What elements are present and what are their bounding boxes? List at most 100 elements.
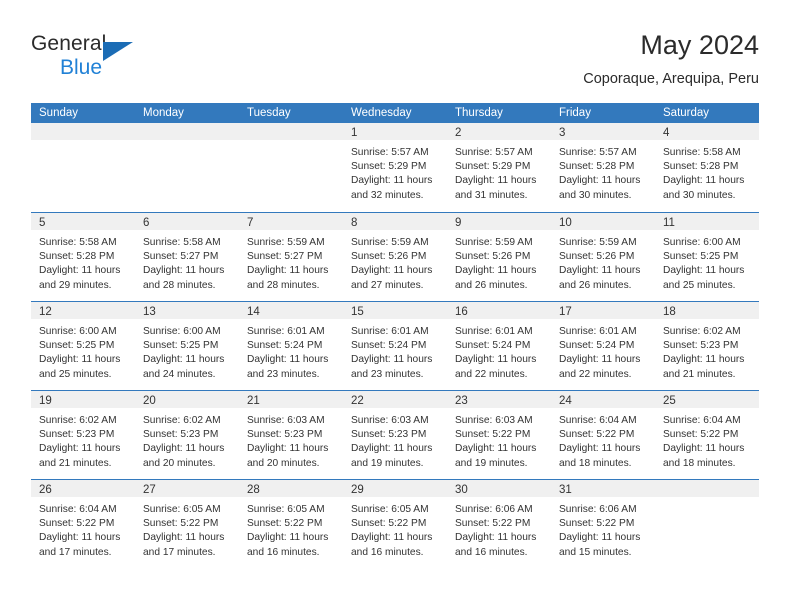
calendar-day-cell[interactable]: 28 Sunrise: 6:05 AM Sunset: 5:22 PM Dayligh… xyxy=(239,480,343,568)
calendar-day-cell[interactable]: 23 Sunrise: 6:03 AM Sunset: 5:22 PM Dayligh… xyxy=(447,391,551,479)
day-number-band: 10 xyxy=(551,213,655,230)
day-detail-line: and 18 minutes. xyxy=(559,457,632,469)
day-number-band: 3 xyxy=(551,123,655,140)
calendar-day-cell[interactable]: 8 Sunrise: 5:59 AM Sunset: 5:26 PM Daylight… xyxy=(343,213,447,301)
calendar-day-cell[interactable]: 10 Sunrise: 5:59 AM Sunset: 5:26 PM Dayligh… xyxy=(551,213,655,301)
calendar-day-cell[interactable]: 30 Sunrise: 6:06 AM Sunset: 5:22 PM Dayligh… xyxy=(447,480,551,568)
calendar-day-cell[interactable]: 17 Sunrise: 6:01 AM Sunset: 5:24 PM Dayligh… xyxy=(551,302,655,390)
day-detail-line: Sunrise: 6:06 AM xyxy=(559,504,637,515)
day-number: 18 xyxy=(663,306,676,318)
calendar-day-cell[interactable]: 26 Sunrise: 6:04 AM Sunset: 5:22 PM Dayligh… xyxy=(31,480,135,568)
calendar-day-cell[interactable]: 14 Sunrise: 6:01 AM Sunset: 5:24 PM Dayligh… xyxy=(239,302,343,390)
day-details: Sunrise: 6:01 AM Sunset: 5:24 PM Daylight:… xyxy=(447,319,551,382)
calendar-day-cell[interactable]: 5 Sunrise: 5:58 AM Sunset: 5:28 PM Daylight… xyxy=(31,213,135,301)
day-detail-line: Sunrise: 5:58 AM xyxy=(143,237,221,248)
calendar-day-cell[interactable]: 2 Sunrise: 5:57 AM Sunset: 5:29 PM Daylight… xyxy=(447,123,551,212)
day-detail-line: Sunset: 5:22 PM xyxy=(455,429,531,441)
day-detail-line: and 16 minutes. xyxy=(247,546,320,558)
day-detail-line: Daylight: 11 hours xyxy=(39,265,121,277)
day-details: Sunrise: 6:01 AM Sunset: 5:24 PM Daylight:… xyxy=(551,319,655,382)
day-detail-line: and 30 minutes. xyxy=(559,189,632,201)
day-detail-line: Sunrise: 5:57 AM xyxy=(559,147,637,158)
day-number-band: 13 xyxy=(135,302,239,319)
day-detail-line: and 23 minutes. xyxy=(247,368,320,380)
day-detail-line: Sunset: 5:27 PM xyxy=(143,251,219,263)
day-detail-line: Sunrise: 6:02 AM xyxy=(39,415,117,426)
calendar-day-cell[interactable]: 11 Sunrise: 6:00 AM Sunset: 5:25 PM Dayligh… xyxy=(655,213,759,301)
calendar-day-cell[interactable]: 29 Sunrise: 6:05 AM Sunset: 5:22 PM Dayligh… xyxy=(343,480,447,568)
calendar-day-cell[interactable]: 7 Sunrise: 5:59 AM Sunset: 5:27 PM Daylight… xyxy=(239,213,343,301)
calendar-day-cell[interactable]: 22 Sunrise: 6:03 AM Sunset: 5:23 PM Dayligh… xyxy=(343,391,447,479)
day-detail-line: Sunset: 5:26 PM xyxy=(351,251,427,263)
day-detail-line: Sunset: 5:22 PM xyxy=(39,518,115,530)
calendar-day-cell[interactable]: 21 Sunrise: 6:03 AM Sunset: 5:23 PM Dayligh… xyxy=(239,391,343,479)
day-detail-line: Sunset: 5:23 PM xyxy=(663,340,739,352)
day-detail-line: Sunrise: 6:02 AM xyxy=(143,415,221,426)
day-detail-line: Sunrise: 6:04 AM xyxy=(663,415,741,426)
day-number: 7 xyxy=(247,217,254,229)
day-detail-line: Sunrise: 6:01 AM xyxy=(351,326,429,337)
calendar-day-cell[interactable]: 16 Sunrise: 6:01 AM Sunset: 5:24 PM Dayligh… xyxy=(447,302,551,390)
day-details: Sunrise: 6:05 AM Sunset: 5:22 PM Daylight:… xyxy=(135,497,239,560)
day-detail-line: Sunset: 5:29 PM xyxy=(455,161,531,173)
day-details: Sunrise: 5:58 AM Sunset: 5:28 PM Daylight:… xyxy=(655,140,759,203)
day-number-band: 19 xyxy=(31,391,135,408)
calendar-day-cell[interactable]: 3 Sunrise: 5:57 AM Sunset: 5:28 PM Daylight… xyxy=(551,123,655,212)
day-number-band xyxy=(239,123,343,140)
day-number: 5 xyxy=(39,217,46,229)
day-number-band xyxy=(135,123,239,140)
calendar-day-cell[interactable]: 12 Sunrise: 6:00 AM Sunset: 5:25 PM Dayligh… xyxy=(31,302,135,390)
day-details: Sunrise: 5:57 AM Sunset: 5:29 PM Daylight:… xyxy=(447,140,551,203)
day-number: 9 xyxy=(455,217,462,229)
day-details: Sunrise: 6:02 AM Sunset: 5:23 PM Daylight:… xyxy=(655,319,759,382)
day-detail-line: Daylight: 11 hours xyxy=(663,354,745,366)
day-detail-line: Daylight: 11 hours xyxy=(455,265,537,277)
day-number-band: 17 xyxy=(551,302,655,319)
day-detail-line: Daylight: 11 hours xyxy=(559,532,641,544)
calendar-day-cell[interactable]: 6 Sunrise: 5:58 AM Sunset: 5:27 PM Daylight… xyxy=(135,213,239,301)
day-detail-line: Sunset: 5:24 PM xyxy=(247,340,323,352)
calendar-day-cell[interactable]: 15 Sunrise: 6:01 AM Sunset: 5:24 PM Dayligh… xyxy=(343,302,447,390)
calendar-day-cell[interactable]: 4 Sunrise: 5:58 AM Sunset: 5:28 PM Daylight… xyxy=(655,123,759,212)
day-number: 14 xyxy=(247,306,260,318)
calendar-day-cell[interactable]: 25 Sunrise: 6:04 AM Sunset: 5:22 PM Dayligh… xyxy=(655,391,759,479)
day-number-band xyxy=(655,480,759,497)
calendar-day-cell[interactable]: 1 Sunrise: 5:57 AM Sunset: 5:29 PM Daylight… xyxy=(343,123,447,212)
calendar-day-cell[interactable]: 13 Sunrise: 6:00 AM Sunset: 5:25 PM Dayligh… xyxy=(135,302,239,390)
calendar-day-cell[interactable]: 9 Sunrise: 5:59 AM Sunset: 5:26 PM Daylight… xyxy=(447,213,551,301)
day-number: 20 xyxy=(143,395,156,407)
day-number-band: 24 xyxy=(551,391,655,408)
day-detail-line: and 30 minutes. xyxy=(663,189,736,201)
day-detail-line: and 25 minutes. xyxy=(663,279,736,291)
day-details: Sunrise: 5:59 AM Sunset: 5:26 PM Daylight:… xyxy=(343,230,447,293)
day-detail-line: and 32 minutes. xyxy=(351,189,424,201)
day-details: Sunrise: 5:57 AM Sunset: 5:29 PM Daylight:… xyxy=(343,140,447,203)
day-detail-line: Sunrise: 5:58 AM xyxy=(39,237,117,248)
calendar-day-cell[interactable]: 31 Sunrise: 6:06 AM Sunset: 5:22 PM Dayligh… xyxy=(551,480,655,568)
day-detail-line: Daylight: 11 hours xyxy=(143,354,225,366)
day-details: Sunrise: 6:06 AM Sunset: 5:22 PM Daylight:… xyxy=(551,497,655,560)
day-detail-line: Sunset: 5:23 PM xyxy=(143,429,219,441)
day-number: 4 xyxy=(663,127,670,139)
day-number-band: 11 xyxy=(655,213,759,230)
day-number-band: 5 xyxy=(31,213,135,230)
calendar-day-cell[interactable]: 20 Sunrise: 6:02 AM Sunset: 5:23 PM Dayligh… xyxy=(135,391,239,479)
day-detail-line: Sunset: 5:29 PM xyxy=(351,161,427,173)
day-number-band: 7 xyxy=(239,213,343,230)
day-detail-line: Sunset: 5:27 PM xyxy=(247,251,323,263)
day-detail-line: Sunset: 5:23 PM xyxy=(247,429,323,441)
day-detail-line: Daylight: 11 hours xyxy=(39,532,121,544)
day-detail-line: Sunrise: 5:59 AM xyxy=(455,237,533,248)
calendar-day-cell[interactable]: 18 Sunrise: 6:02 AM Sunset: 5:23 PM Dayligh… xyxy=(655,302,759,390)
day-details: Sunrise: 6:04 AM Sunset: 5:22 PM Daylight:… xyxy=(655,408,759,471)
calendar-day-cell[interactable]: 24 Sunrise: 6:04 AM Sunset: 5:22 PM Dayligh… xyxy=(551,391,655,479)
day-detail-line: Sunset: 5:25 PM xyxy=(663,251,739,263)
calendar-day-cell[interactable]: 27 Sunrise: 6:05 AM Sunset: 5:22 PM Dayligh… xyxy=(135,480,239,568)
day-detail-line: Daylight: 11 hours xyxy=(39,354,121,366)
calendar-day-cell[interactable]: 19 Sunrise: 6:02 AM Sunset: 5:23 PM Dayligh… xyxy=(31,391,135,479)
day-number-band: 31 xyxy=(551,480,655,497)
day-detail-line: Daylight: 11 hours xyxy=(455,354,537,366)
day-number: 21 xyxy=(247,395,260,407)
day-detail-line: Daylight: 11 hours xyxy=(559,354,641,366)
general-blue-logo[interactable]: General Blue xyxy=(31,32,151,88)
